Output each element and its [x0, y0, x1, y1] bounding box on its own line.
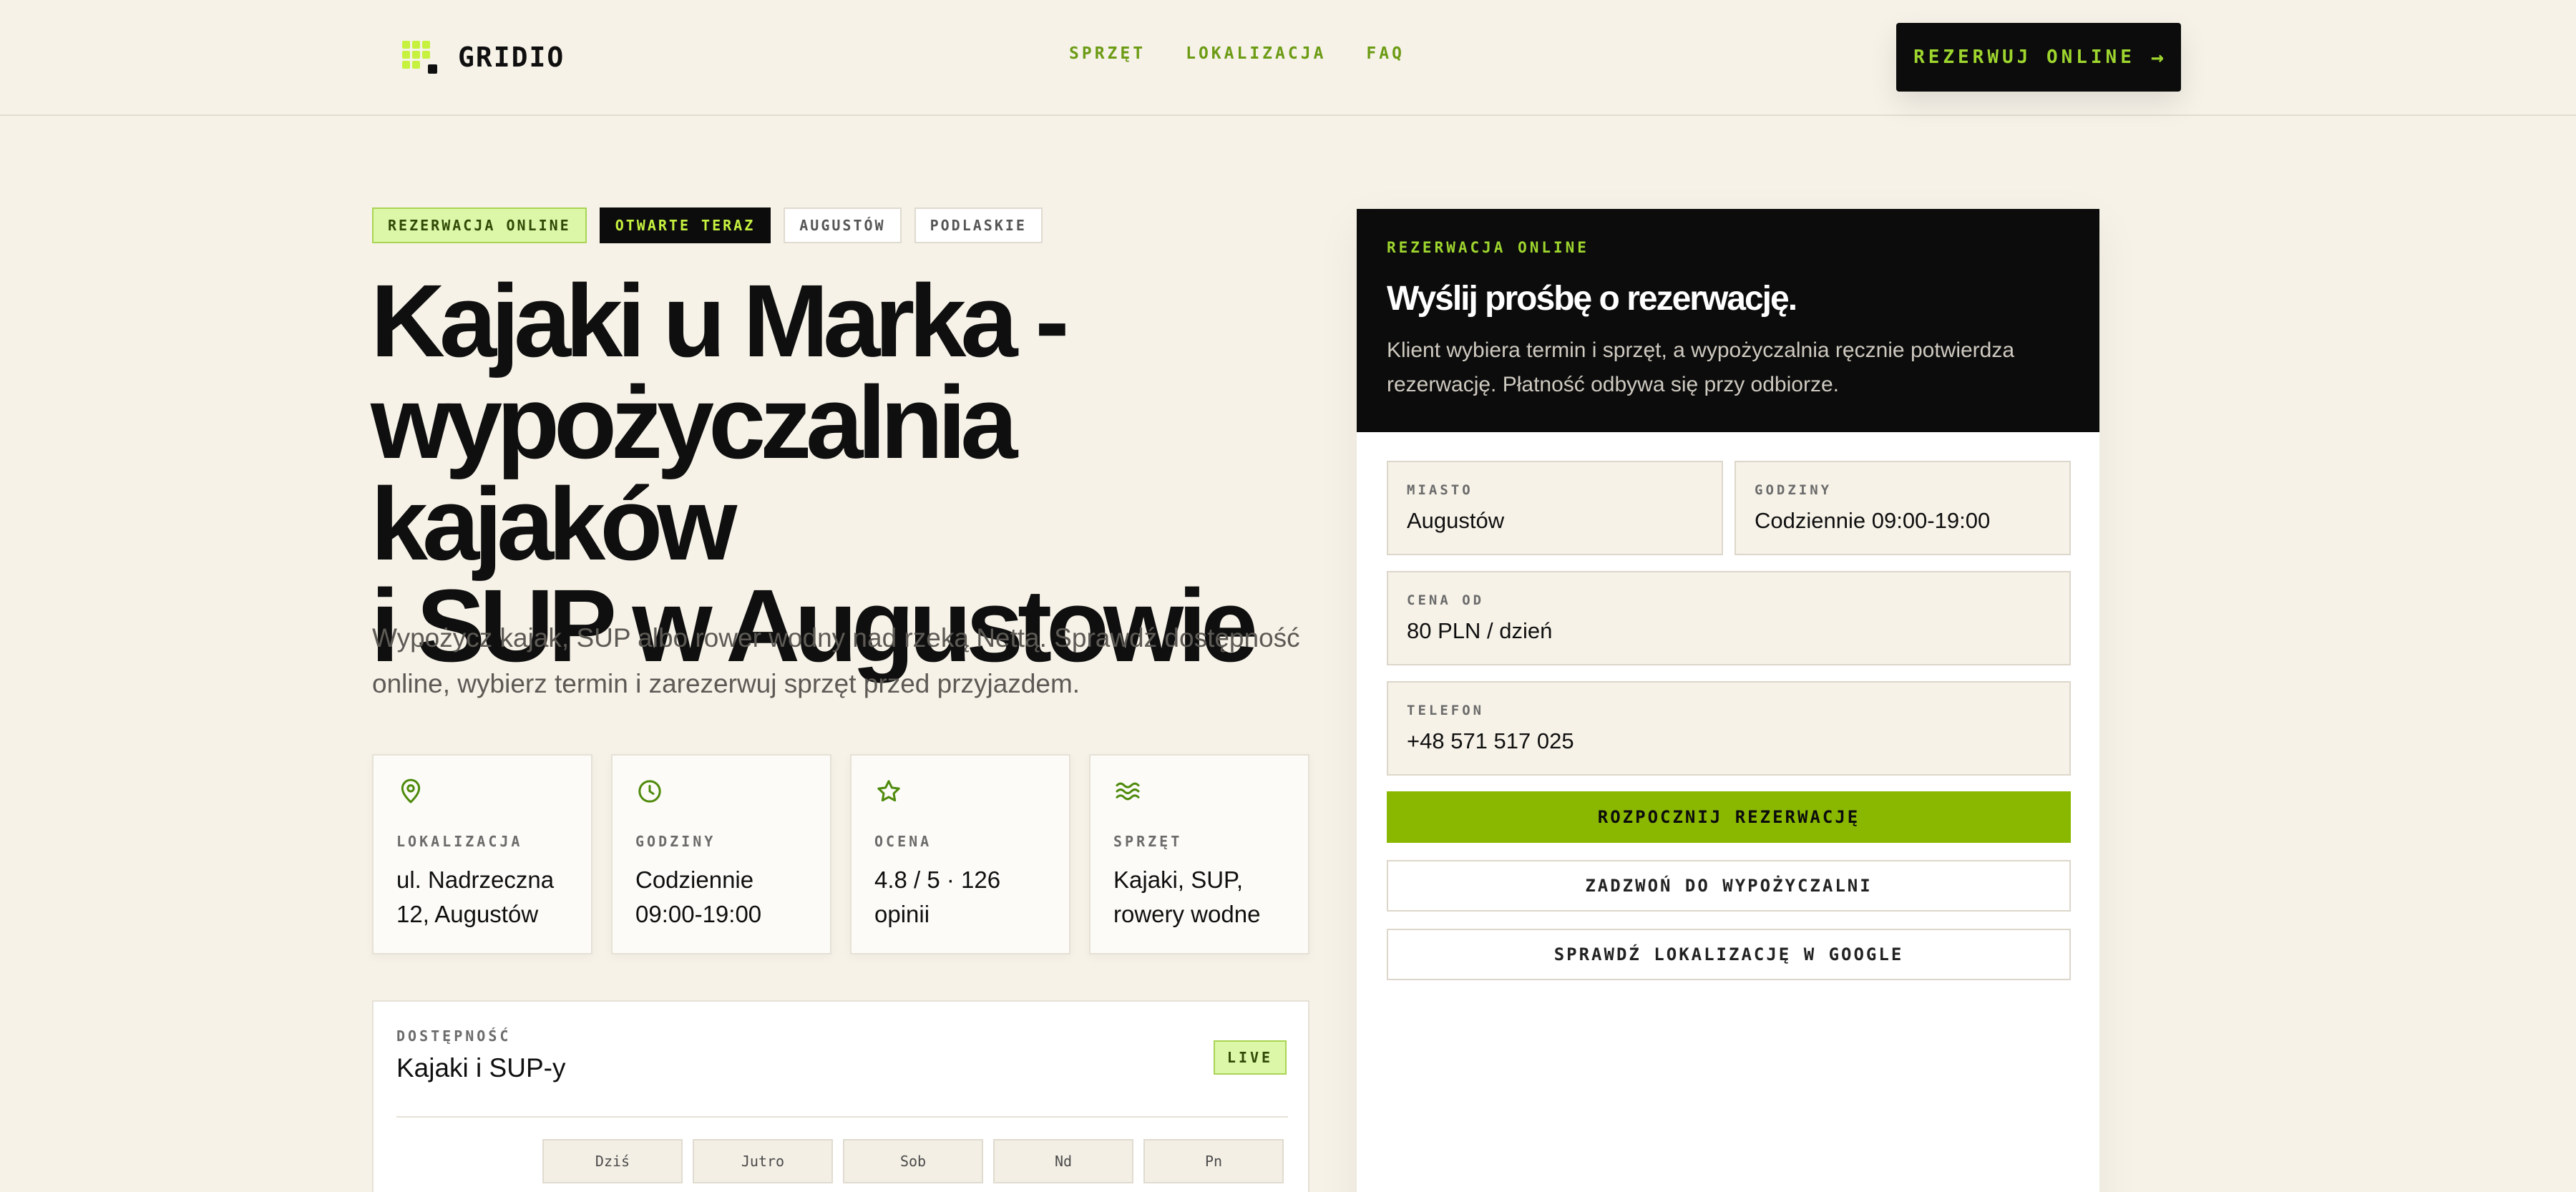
phone-field-label: TELEFON: [1407, 703, 1485, 718]
hours-field[interactable]: GODZINY Codziennie 09:00-19:00: [1735, 461, 2071, 555]
info-card-value: Kajaki, SUP, rowery wodne: [1113, 866, 1261, 927]
call-rental-button[interactable]: ZADZWOŃ DO WYPOŻYCZALNI: [1387, 860, 2071, 912]
info-card-label: GODZINY: [635, 833, 716, 850]
info-card-location: LOKALIZACJA ul. Nadrzeczna 12, Augustów: [372, 754, 592, 954]
hours-field-value: Codziennie 09:00-19:00: [1755, 508, 1991, 533]
price-field-label: CENA OD: [1407, 592, 1485, 608]
brand-name: GRIDIO: [458, 41, 565, 73]
tag-region: PODLASKIE: [914, 207, 1043, 243]
booking-panel: REZERWACJA ONLINE Wyślij prośbę o rezerw…: [1357, 209, 2099, 1192]
booking-title: Wyślij prośbę o rezerwację.: [1387, 280, 1797, 318]
hero-title-line-1: Kajaki u Marka -: [371, 263, 1069, 378]
city-field-value: Augustów: [1407, 508, 1505, 533]
google-location-button[interactable]: SPRAWDŹ LOKALIZACJĘ W GOOGLE: [1387, 929, 2071, 980]
info-card-rating: OCENA 4.8 / 5 · 126 opinii: [850, 754, 1070, 954]
info-card-label: SPRZĘT: [1113, 833, 1183, 850]
nav-link-faq[interactable]: FAQ: [1366, 44, 1405, 63]
day-selector: Dziś Jutro Sob Nd Pn: [542, 1139, 1284, 1183]
hero-title-line-2: wypożyczalnia kajaków: [371, 365, 1018, 582]
top-navbar: GRIDIO SPRZĘT LOKALIZACJA FAQ REZERWUJ O…: [0, 0, 2576, 116]
grid-logo-icon: [402, 41, 438, 74]
booking-eyebrow: REZERWACJA ONLINE: [1387, 239, 1589, 256]
waves-icon: [1116, 782, 1140, 801]
tag-open-now: OTWARTE TERAZ: [599, 207, 771, 243]
reserve-online-button[interactable]: REZERWUJ ONLINE →: [1896, 23, 2181, 92]
info-card-value: Codziennie 09:00-19:00: [635, 866, 762, 927]
info-card-label: LOKALIZACJA: [396, 833, 523, 850]
brand-logo[interactable]: GRIDIO: [402, 40, 565, 74]
info-card-hours: GODZINY Codziennie 09:00-19:00: [611, 754, 831, 954]
price-field[interactable]: CENA OD 80 PLN / dzień: [1387, 571, 2071, 665]
day-today[interactable]: Dziś: [542, 1139, 683, 1183]
hours-field-label: GODZINY: [1755, 482, 1833, 498]
day-tomorrow[interactable]: Jutro: [693, 1139, 833, 1183]
reserve-online-label: REZERWUJ ONLINE: [1913, 47, 2135, 68]
info-cards: LOKALIZACJA ul. Nadrzeczna 12, Augustów …: [372, 754, 1309, 954]
location-pin-icon: [401, 778, 421, 803]
clock-icon: [638, 780, 661, 803]
day-saturday[interactable]: Sob: [843, 1139, 983, 1183]
city-field[interactable]: MIASTO Augustów: [1387, 461, 1723, 555]
info-card-label: OCENA: [874, 833, 932, 850]
info-card-value: 4.8 / 5 · 126 opinii: [874, 866, 1001, 927]
availability-card: DOSTĘPNOŚĆ Kajaki i SUP-y LIVE Dziś Jutr…: [372, 1000, 1309, 1192]
hero-subtitle: Wypożycz kajak, SUP albo rower wodny nad…: [372, 623, 1300, 698]
city-field-label: MIASTO: [1407, 482, 1473, 498]
tag-online-booking: REZERWACJA ONLINE: [372, 207, 587, 243]
booking-panel-header: REZERWACJA ONLINE Wyślij prośbę o rezerw…: [1357, 209, 2099, 432]
phone-field[interactable]: TELEFON +48 571 517 025: [1387, 681, 2071, 776]
booking-description: Klient wybiera termin i sprzęt, a wypoży…: [1387, 338, 2015, 396]
tag-list: REZERWACJA ONLINE OTWARTE TERAZ AUGUSTÓW…: [372, 207, 1043, 243]
nav-link-sprzet[interactable]: SPRZĘT: [1069, 44, 1146, 63]
live-badge: LIVE: [1214, 1040, 1287, 1075]
nav-links: SPRZĘT LOKALIZACJA FAQ: [1069, 44, 1405, 63]
day-sunday[interactable]: Nd: [993, 1139, 1133, 1183]
availability-label: DOSTĘPNOŚĆ: [396, 1027, 512, 1045]
nav-link-lokalizacja[interactable]: LOKALIZACJA: [1186, 44, 1326, 63]
star-icon: [877, 780, 900, 802]
availability-title: Kajaki i SUP-y: [396, 1053, 566, 1083]
info-card-value: ul. Nadrzeczna 12, Augustów: [396, 866, 555, 927]
start-booking-button[interactable]: ROZPOCZNIJ REZERWACJĘ: [1387, 791, 2071, 843]
divider: [396, 1116, 1288, 1118]
arrow-right-icon: →: [2150, 44, 2164, 70]
tag-city: AUGUSTÓW: [784, 207, 902, 243]
day-monday[interactable]: Pn: [1143, 1139, 1284, 1183]
phone-field-value: +48 571 517 025: [1407, 728, 1574, 753]
price-field-value: 80 PLN / dzień: [1407, 618, 1553, 643]
info-card-equipment: SPRZĘT Kajaki, SUP, rowery wodne: [1089, 754, 1309, 954]
